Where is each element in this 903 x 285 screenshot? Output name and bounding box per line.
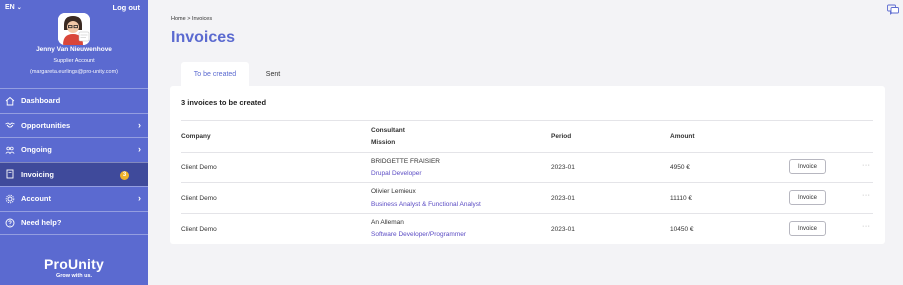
invoice-button[interactable]: Invoice — [789, 221, 826, 236]
chevron-right-icon: › — [138, 119, 141, 130]
sidebar-item-help[interactable]: Need help? — [0, 210, 148, 235]
cell-amount: 11110 € — [670, 195, 693, 202]
count-badge: 3 — [120, 170, 129, 180]
cell-amount: 10450 € — [670, 226, 694, 233]
cell-period: 2023-01 — [551, 195, 575, 202]
divider — [181, 182, 873, 183]
column-header-company: Company — [181, 133, 211, 140]
divider — [181, 213, 873, 214]
more-options-icon[interactable]: ··· — [862, 223, 871, 230]
sidebar-item-label: Account — [21, 194, 51, 204]
gear-icon — [5, 194, 15, 204]
cell-consultant: BRIDGETTE FRAISIER — [371, 158, 440, 165]
sidebar-item-label: Opportunities — [21, 120, 71, 130]
brand-tagline: Grow with us. — [55, 273, 93, 279]
column-header-amount: Amount — [670, 133, 695, 140]
divider — [181, 120, 873, 121]
sidebar-item-label: Ongoing — [21, 145, 52, 155]
avatar[interactable] — [58, 13, 90, 45]
chevron-right-icon: › — [138, 144, 141, 154]
logout-link[interactable]: Log out — [113, 3, 141, 12]
more-options-icon[interactable]: ··· — [862, 192, 871, 199]
more-options-icon[interactable]: ··· — [862, 162, 871, 169]
sidebar-item-label: Invoicing — [21, 169, 54, 179]
sidebar-item-label: Dashboard — [21, 96, 61, 106]
divider — [181, 152, 873, 153]
user-email: (margareta.eurlings@pro-unity.com) — [29, 69, 118, 75]
tab-to-be-created[interactable]: To be created — [181, 62, 249, 86]
handshake-icon — [5, 120, 15, 130]
tab-sent[interactable]: Sent — [255, 62, 291, 86]
sidebar-item-label: Need help? — [21, 218, 62, 228]
language-selector[interactable]: EN ⌄ — [5, 4, 22, 11]
user-role: Supplier Account — [53, 58, 95, 64]
language-label: EN — [5, 4, 15, 11]
page-title: Invoices — [171, 29, 236, 46]
invoices-card: 3 invoices to be created Company Consult… — [170, 86, 885, 244]
column-header-mission: Mission — [371, 139, 396, 146]
chat-icon[interactable] — [887, 3, 899, 15]
user-name: Jenny Van Nieuwenhove — [36, 46, 112, 53]
cell-consultant: An Alleman — [371, 219, 404, 226]
people-icon — [5, 145, 15, 155]
sidebar-item-ongoing[interactable]: Ongoing › — [0, 137, 148, 162]
chevron-down-icon: ⌄ — [16, 5, 22, 11]
invoice-button[interactable]: Invoice — [789, 190, 826, 205]
brand-logo: ProUnity — [44, 256, 104, 272]
sidebar-nav: Dashboard Opportunities › Ongoing › Invo… — [0, 88, 148, 235]
cell-consultant: Olivier Lemieux — [371, 188, 416, 195]
sidebar-item-dashboard[interactable]: Dashboard — [0, 88, 148, 113]
sidebar: EN ⌄ Log out Jenny Van Nieuwenhove Suppl… — [0, 0, 148, 285]
sidebar-item-account[interactable]: Account › — [0, 186, 148, 211]
invoices-count-title: 3 invoices to be created — [181, 98, 267, 107]
cell-period: 2023-01 — [551, 164, 575, 171]
chevron-right-icon: › — [138, 193, 141, 203]
cell-company: Client Demo — [181, 195, 217, 202]
help-icon — [5, 218, 15, 228]
cell-company: Client Demo — [181, 226, 217, 233]
sidebar-item-opportunities[interactable]: Opportunities › — [0, 112, 148, 138]
cell-mission-link[interactable]: Software Developer/Programmer — [371, 231, 466, 238]
home-icon — [5, 96, 15, 106]
cell-company: Client Demo — [181, 164, 217, 171]
document-icon — [5, 169, 15, 179]
cell-mission-link[interactable]: Business Analyst & Functional Analyst — [371, 201, 481, 208]
invoice-button[interactable]: Invoice — [789, 159, 826, 174]
cell-amount: 4950 € — [670, 164, 690, 171]
cell-period: 2023-01 — [551, 226, 575, 233]
column-header-period: Period — [551, 133, 572, 140]
column-header-consultant: Consultant — [371, 127, 405, 134]
cell-mission-link[interactable]: Drupal Developer — [371, 170, 422, 177]
sidebar-item-invoicing[interactable]: Invoicing 3 — [0, 161, 148, 186]
breadcrumb[interactable]: Home > Invoices — [171, 16, 212, 22]
